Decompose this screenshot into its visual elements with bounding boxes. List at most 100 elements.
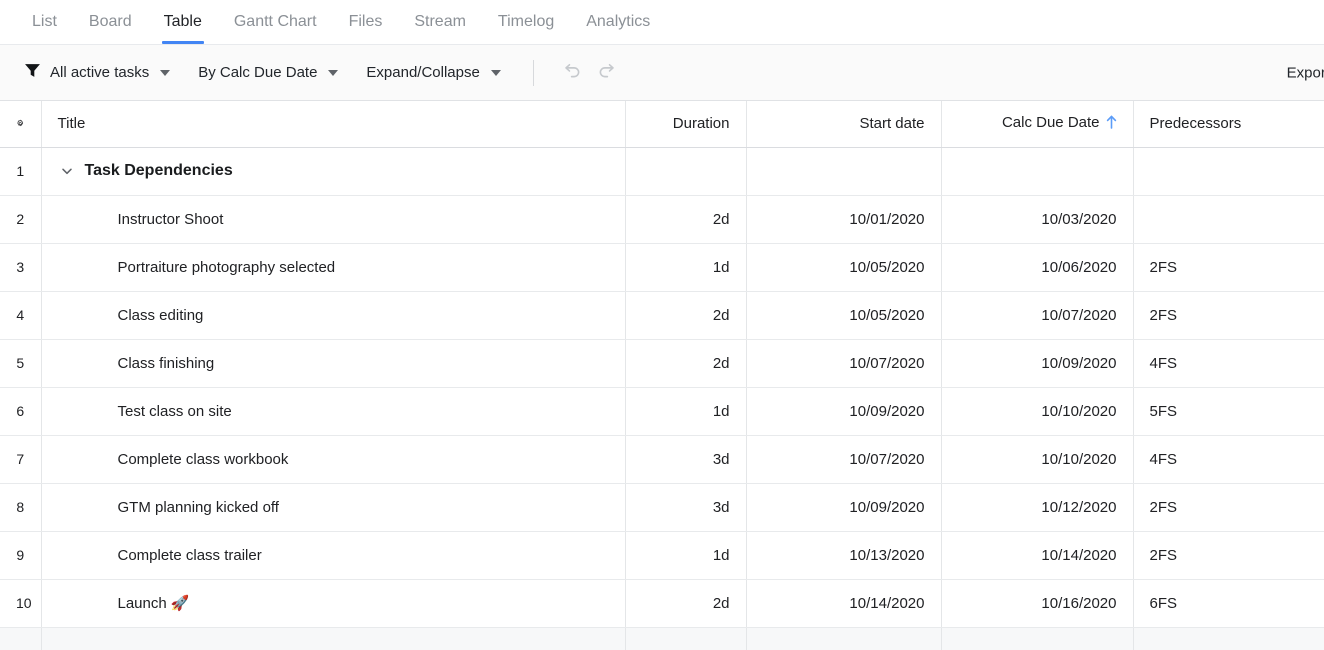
table-row[interactable]: 2Instructor Shoot2d10/01/202010/03/2020 (0, 195, 1324, 243)
empty-cell (41, 627, 625, 650)
task-calc-due-date[interactable]: 10/16/2020 (941, 579, 1133, 627)
tab-stream[interactable]: Stream (398, 0, 482, 44)
task-duration[interactable]: 3d (625, 435, 746, 483)
chevron-down-icon[interactable] (58, 162, 76, 180)
task-start-date[interactable]: 10/09/2020 (746, 483, 941, 531)
task-title-cell[interactable]: Complete class workbook (41, 435, 625, 483)
task-title-cell[interactable]: Portraiture photography selected (41, 243, 625, 291)
redo-button[interactable] (590, 56, 624, 90)
task-start-date[interactable]: 10/14/2020 (746, 579, 941, 627)
task-predecessors[interactable]: 2FS (1133, 531, 1324, 579)
task-start-date[interactable]: 10/05/2020 (746, 243, 941, 291)
table-row[interactable]: 5Class finishing2d10/07/202010/09/20204F… (0, 339, 1324, 387)
task-predecessors[interactable]: 5FS (1133, 387, 1324, 435)
task-start-date[interactable] (746, 147, 941, 195)
column-header-start-date[interactable]: Start date (746, 101, 941, 147)
task-start-date[interactable]: 10/07/2020 (746, 339, 941, 387)
table-row[interactable]: 8GTM planning kicked off3d10/09/202010/1… (0, 483, 1324, 531)
task-start-date[interactable]: 10/05/2020 (746, 291, 941, 339)
row-number: 6 (0, 387, 41, 435)
column-header-title[interactable]: Title (41, 101, 625, 147)
task-predecessors[interactable] (1133, 147, 1324, 195)
task-title-cell[interactable]: Test class on site (41, 387, 625, 435)
task-start-date[interactable]: 10/07/2020 (746, 435, 941, 483)
tab-label: Timelog (498, 13, 554, 31)
table-row[interactable]: 1Task Dependencies (0, 147, 1324, 195)
task-calc-due-date[interactable]: 10/10/2020 (941, 387, 1133, 435)
table-row-partial[interactable] (0, 627, 1324, 650)
task-duration[interactable]: 1d (625, 531, 746, 579)
task-title: Class editing (118, 307, 204, 324)
task-predecessors[interactable]: 6FS (1133, 579, 1324, 627)
table-row[interactable]: 6Test class on site1d10/09/202010/10/202… (0, 387, 1324, 435)
task-title-cell[interactable]: GTM planning kicked off (41, 483, 625, 531)
task-duration[interactable]: 3d (625, 483, 746, 531)
task-calc-due-date[interactable] (941, 147, 1133, 195)
export-button[interactable]: Export (1287, 64, 1324, 81)
task-calc-due-date[interactable]: 10/14/2020 (941, 531, 1133, 579)
tab-label: List (32, 13, 57, 31)
task-calc-due-date[interactable]: 10/06/2020 (941, 243, 1133, 291)
undo-button[interactable] (556, 56, 590, 90)
task-title-cell[interactable]: Task Dependencies (41, 147, 625, 195)
task-predecessors[interactable]: 2FS (1133, 291, 1324, 339)
task-predecessors[interactable]: 2FS (1133, 243, 1324, 291)
task-start-date[interactable]: 10/01/2020 (746, 195, 941, 243)
table-header-row: Title Duration Start date Calc Due Date … (0, 101, 1324, 147)
column-settings-button[interactable] (0, 101, 41, 147)
table-toolbar: All active tasks By Calc Due Date Expand… (0, 44, 1324, 101)
tab-analytics[interactable]: Analytics (570, 0, 666, 44)
tab-table[interactable]: Table (148, 0, 218, 44)
table-row[interactable]: 10Launch 🚀2d10/14/202010/16/20206FS (0, 579, 1324, 627)
task-calc-due-date[interactable]: 10/09/2020 (941, 339, 1133, 387)
task-title: Complete class trailer (118, 547, 262, 564)
empty-cell (625, 627, 746, 650)
task-title-cell[interactable]: Class finishing (41, 339, 625, 387)
task-start-date[interactable]: 10/13/2020 (746, 531, 941, 579)
task-duration[interactable] (625, 147, 746, 195)
task-title: Task Dependencies (85, 162, 233, 180)
task-title-cell[interactable]: Complete class trailer (41, 531, 625, 579)
table-row[interactable]: 4Class editing2d10/05/202010/07/20202FS (0, 291, 1324, 339)
task-title-cell[interactable]: Instructor Shoot (41, 195, 625, 243)
task-duration[interactable]: 2d (625, 339, 746, 387)
tab-label: Stream (414, 13, 466, 31)
tab-list[interactable]: List (16, 0, 73, 44)
task-duration[interactable]: 1d (625, 387, 746, 435)
view-tabs: List BoardTableGantt ChartFiles Stream Time… (0, 0, 1324, 44)
chevron-down-icon (491, 70, 501, 76)
table-row[interactable]: 9Complete class trailer1d10/13/202010/14… (0, 531, 1324, 579)
column-header-duration[interactable]: Duration (625, 101, 746, 147)
task-duration[interactable]: 2d (625, 195, 746, 243)
task-predecessors[interactable]: 2FS (1133, 483, 1324, 531)
column-header-predecessors[interactable]: Predecessors (1133, 101, 1324, 147)
task-calc-due-date[interactable]: 10/03/2020 (941, 195, 1133, 243)
table-row[interactable]: 7Complete class workbook3d10/07/202010/1… (0, 435, 1324, 483)
expand-collapse-dropdown[interactable]: Expand/Collapse (366, 64, 500, 81)
task-table: Title Duration Start date Calc Due Date … (0, 101, 1324, 650)
tab-timelog[interactable]: Timelog (482, 0, 570, 44)
task-calc-due-date[interactable]: 10/07/2020 (941, 291, 1133, 339)
task-calc-due-date[interactable]: 10/12/2020 (941, 483, 1133, 531)
tab-board[interactable]: Board (73, 0, 148, 44)
task-predecessors[interactable]: 4FS (1133, 339, 1324, 387)
task-start-date[interactable]: 10/09/2020 (746, 387, 941, 435)
task-calc-due-date[interactable]: 10/10/2020 (941, 435, 1133, 483)
task-predecessors[interactable]: 4FS (1133, 435, 1324, 483)
filter-dropdown[interactable]: All active tasks (24, 62, 170, 83)
task-duration[interactable]: 1d (625, 243, 746, 291)
table-row[interactable]: 3Portraiture photography selected1d10/05… (0, 243, 1324, 291)
task-duration[interactable]: 2d (625, 291, 746, 339)
task-title-cell[interactable]: Class editing (41, 291, 625, 339)
column-header-calc-due-date[interactable]: Calc Due Date (941, 101, 1133, 147)
task-predecessors[interactable] (1133, 195, 1324, 243)
gear-icon (16, 114, 25, 133)
task-duration[interactable]: 2d (625, 579, 746, 627)
tab-files[interactable]: Files (333, 0, 399, 44)
group-by-dropdown[interactable]: By Calc Due Date (198, 64, 338, 81)
tab-gantt-chart[interactable]: Gantt Chart (218, 0, 333, 44)
task-title-cell[interactable]: Launch 🚀 (41, 579, 625, 627)
task-title: Portraiture photography selected (118, 259, 336, 276)
empty-cell (0, 627, 41, 650)
sort-ascending-icon (1106, 115, 1117, 133)
